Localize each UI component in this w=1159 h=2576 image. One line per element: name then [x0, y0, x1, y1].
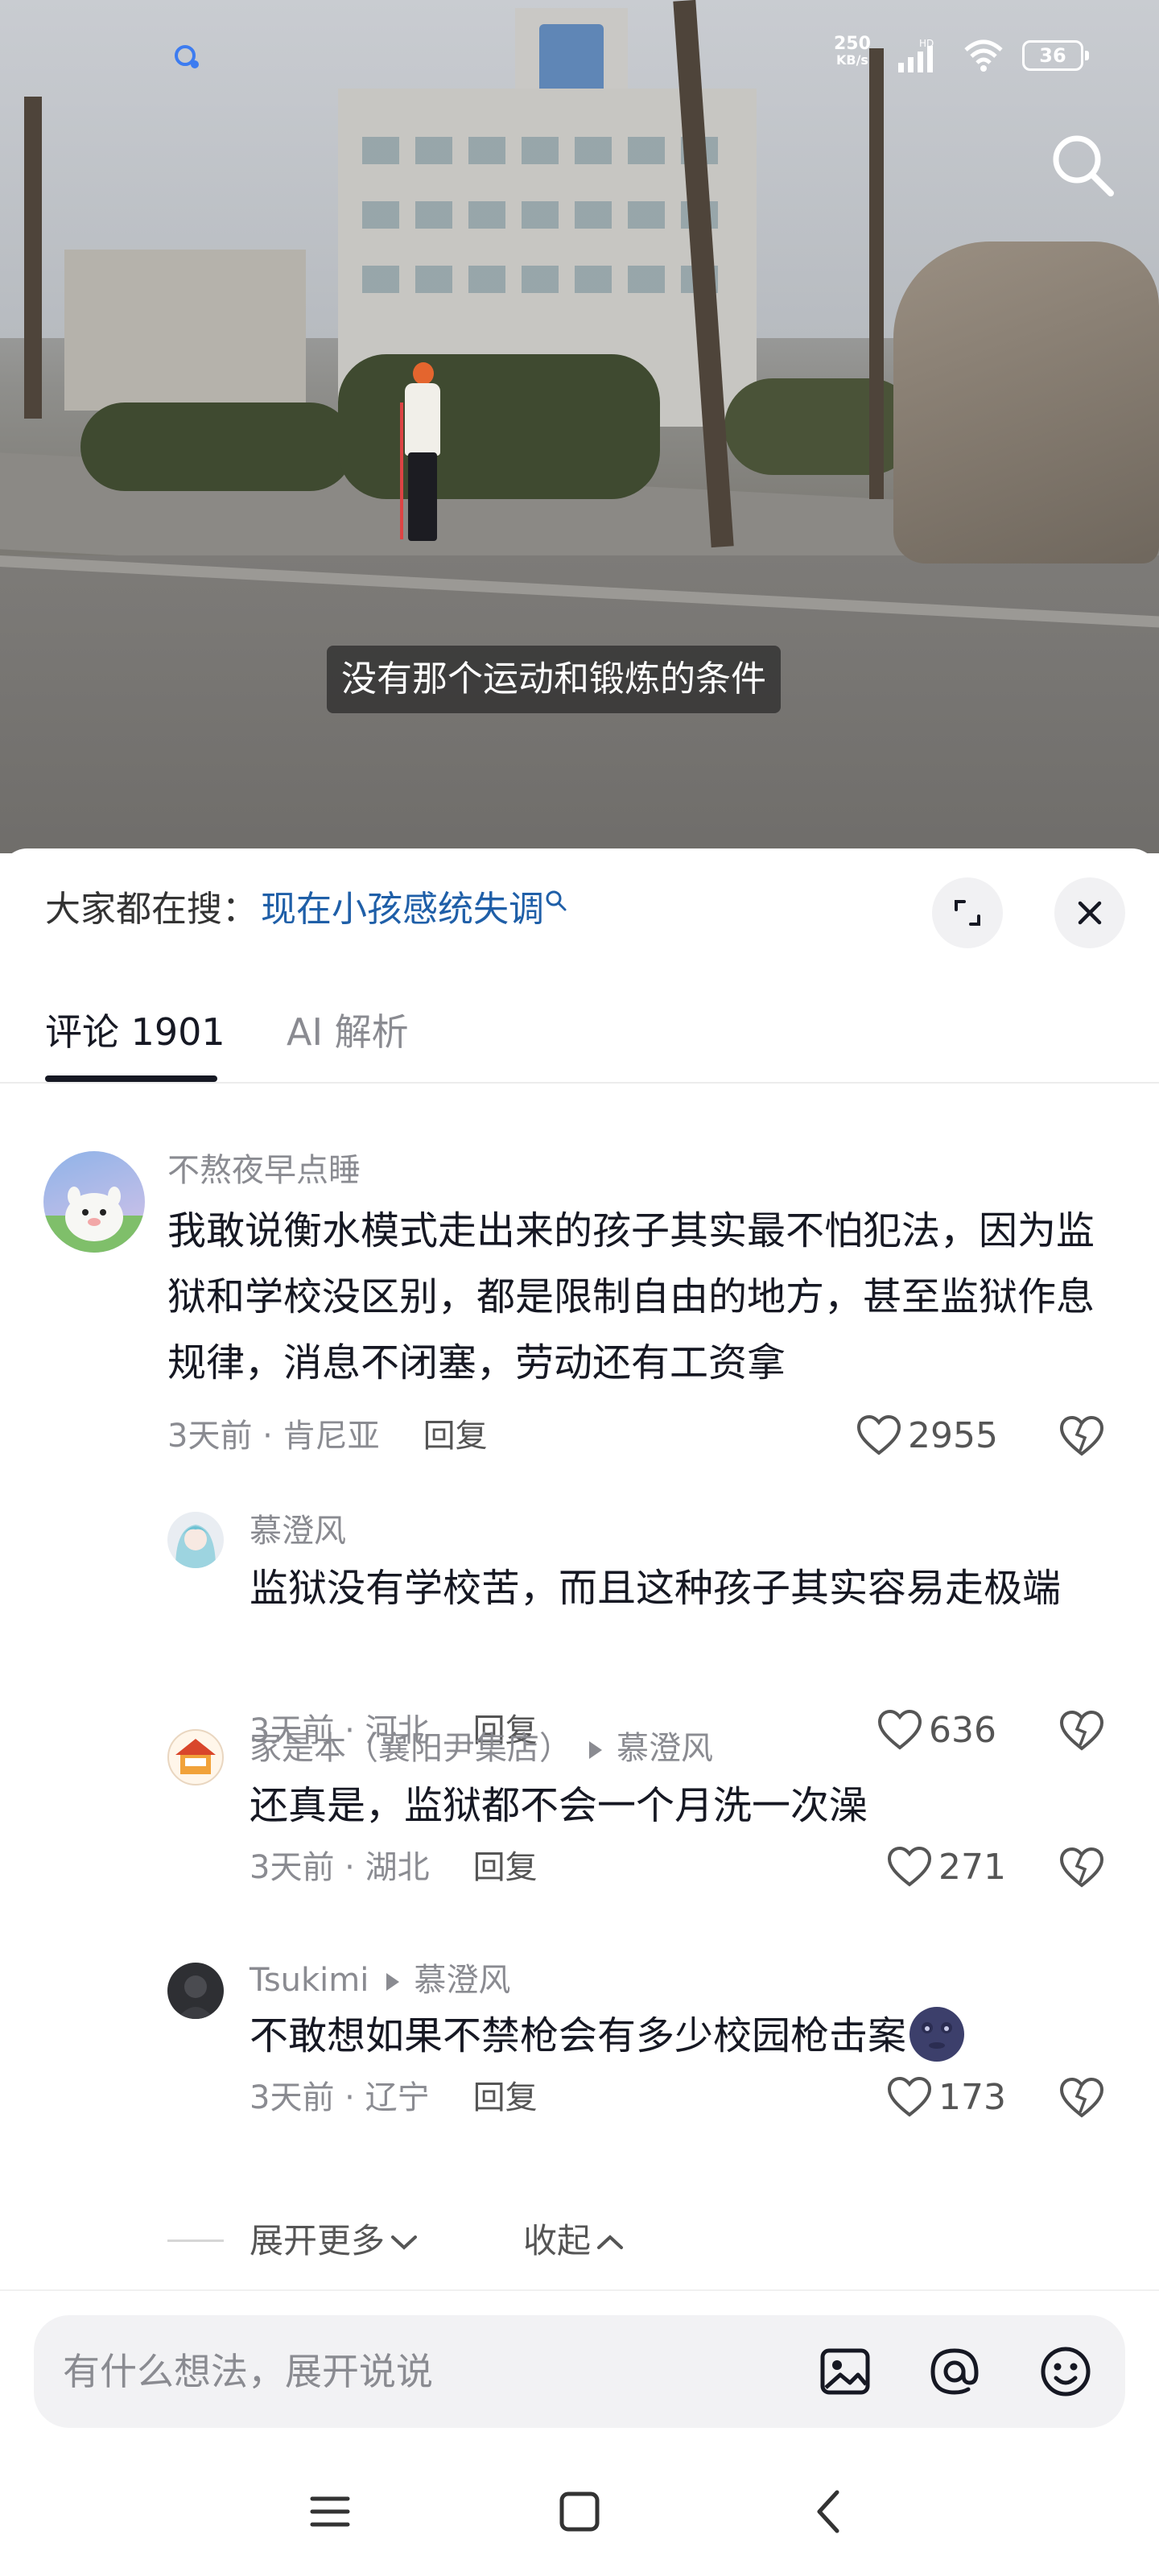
video-subtitle: 没有那个运动和锻炼的条件: [327, 646, 781, 713]
video-frame-bush: [338, 354, 660, 499]
comment-text: 还真是，监狱都不会一个月洗一次澡: [250, 1783, 868, 1828]
reply-arrow-icon: [386, 1973, 400, 1991]
search-icon[interactable]: [1046, 129, 1119, 201]
comment-time-location: 3天前 · 肯尼亚: [167, 1418, 380, 1455]
notification-icon: [175, 45, 199, 68]
chevron-down-icon: [391, 2235, 418, 2250]
active-tab-indicator: [45, 1075, 217, 1082]
comment-meta: 3天前 · 湖北 回复: [250, 1845, 538, 1890]
video-frame-rock: [893, 242, 1159, 564]
close-icon: [1078, 901, 1102, 925]
close-button[interactable]: [1054, 877, 1125, 948]
search-icon: [546, 890, 567, 911]
reply-arrow-icon: [589, 1741, 602, 1759]
back-icon[interactable]: [797, 2479, 861, 2544]
image-icon[interactable]: [816, 2343, 874, 2401]
comment-sheet: 大家都在搜：现在小孩感统失调 评论 1901 AI 解析 不熬夜早点睡 我敢说衡…: [0, 848, 1159, 2576]
wifi-icon: [964, 39, 1003, 72]
dislike-icon[interactable]: [1059, 2077, 1104, 2119]
hot-search-label: 大家都在搜：: [45, 889, 258, 930]
reply-button[interactable]: 回复: [473, 2079, 538, 2116]
heart-icon: [877, 1709, 922, 1750]
thread-controls: 展开更多 收起: [167, 2217, 972, 2265]
like-count: 173: [938, 2077, 1006, 2118]
dislike-icon[interactable]: [1059, 1415, 1104, 1457]
reply-button[interactable]: 回复: [423, 1418, 488, 1455]
avatar[interactable]: [167, 1729, 224, 1785]
comment-meta: 3天前 · 辽宁 回复: [250, 2075, 538, 2120]
menu-icon[interactable]: [298, 2479, 362, 2544]
like-button[interactable]: 2955: [856, 1414, 998, 1459]
heart-icon: [887, 1846, 932, 1887]
comment-time-location: 3天前 · 辽宁: [250, 2079, 430, 2116]
hot-search-bar[interactable]: 大家都在搜：现在小孩感统失调: [45, 886, 568, 934]
like-button[interactable]: 173: [887, 2075, 1006, 2120]
comment-time-location: 3天前 · 湖北: [250, 1849, 430, 1886]
hot-search-term[interactable]: 现在小孩感统失调: [261, 889, 544, 930]
comment-username[interactable]: 慕澄风: [250, 1510, 346, 1552]
comment-text: 不敢想如果不禁枪会有多少校园枪击案: [250, 2003, 1054, 2069]
comment-item: 不熬夜早点睡 我敢说衡水模式走出来的孩子其实最不怕犯法，因为监狱和学校没区别，都…: [0, 1106, 1159, 1456]
avatar[interactable]: [167, 1512, 224, 1568]
video-frame-person: [398, 362, 447, 547]
emoji-icon[interactable]: [1037, 2343, 1095, 2401]
reply-button[interactable]: 回复: [473, 1849, 538, 1886]
fullscreen-button[interactable]: [932, 877, 1003, 948]
video-frame-tree-left: [24, 97, 42, 419]
mention-icon[interactable]: [926, 2343, 984, 2401]
like-count: 636: [929, 1710, 996, 1751]
network-speed: 250 KB/s: [834, 34, 871, 68]
dislike-icon[interactable]: [1059, 1710, 1104, 1752]
battery-indicator: 36: [1022, 40, 1089, 71]
system-navigation-bar: [0, 2447, 1159, 2576]
dislike-icon[interactable]: [1059, 1847, 1104, 1889]
video-frame-tree-right: [869, 48, 884, 499]
like-count: 2955: [908, 1415, 998, 1456]
comment-username[interactable]: 不熬夜早点睡: [167, 1150, 361, 1191]
comment-username[interactable]: Tsukimi 慕澄风: [250, 1959, 510, 2001]
comment-text: 监狱没有学校苦，而且这种孩子其实容易走极端: [250, 1566, 1062, 1611]
comment-text: 我敢说衡水模式走出来的孩子其实最不怕犯法，因为监狱和学校没区别，都是限制自由的地…: [167, 1208, 1095, 1385]
video-frame-bush-right: [724, 378, 918, 475]
dark-moon-emoji-icon: [909, 2007, 965, 2062]
expand-more-button[interactable]: 展开更多: [250, 2217, 419, 2265]
chevron-up-icon: [597, 2234, 624, 2249]
expand-icon: [955, 900, 980, 926]
like-button[interactable]: 271: [887, 1845, 1006, 1890]
comment-tabs: 评论 1901 AI 解析: [0, 993, 1159, 1084]
tab-comments[interactable]: 评论 1901: [45, 1008, 225, 1056]
like-button[interactable]: 636: [877, 1708, 996, 1753]
reply-target[interactable]: 慕澄风: [414, 1962, 510, 1999]
heart-icon: [887, 2076, 932, 2117]
heart-icon: [856, 1414, 901, 1455]
comment-input[interactable]: [63, 2339, 787, 2404]
like-count: 271: [938, 1847, 1006, 1888]
comment-input-box[interactable]: [34, 2315, 1125, 2428]
reply-target[interactable]: 慕澄风: [617, 1730, 713, 1767]
status-bar: 250 KB/s HD 36: [0, 24, 1159, 89]
video-frame-hedge: [80, 402, 354, 491]
video-frame-building-left: [64, 250, 306, 411]
divider: [167, 2240, 224, 2242]
video-player[interactable]: 250 KB/s HD 36 没有那个运动和锻炼的条件: [0, 0, 1159, 853]
cell-signal-icon: HD: [898, 38, 934, 72]
comment-username[interactable]: 家是本（襄阳尹集店） 慕澄风: [250, 1728, 713, 1769]
avatar[interactable]: [167, 1963, 224, 2019]
tab-ai-analysis[interactable]: AI 解析: [287, 1008, 409, 1056]
home-icon[interactable]: [547, 2479, 612, 2544]
avatar[interactable]: [43, 1151, 145, 1253]
collapse-button[interactable]: 收起: [523, 2217, 625, 2265]
comment-meta: 3天前 · 肯尼亚 回复: [167, 1414, 488, 1459]
